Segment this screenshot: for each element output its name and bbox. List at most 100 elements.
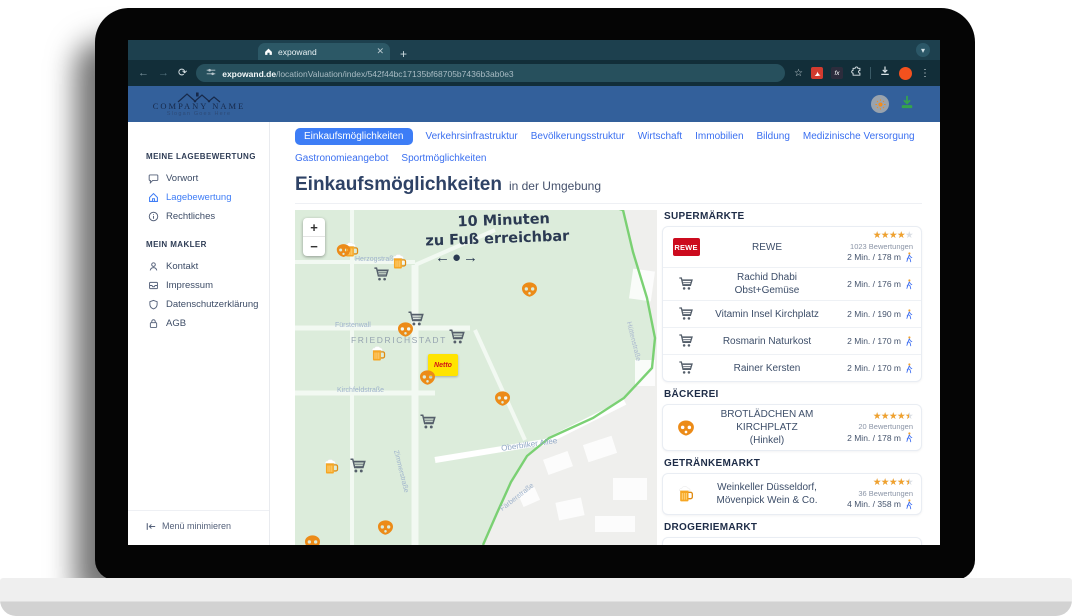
reload-icon[interactable]: ⟳ [178, 68, 187, 79]
beer-mug-icon[interactable] [369, 344, 388, 368]
shopping-cart-icon[interactable] [419, 413, 437, 436]
sidebar: MEINE LAGEBEWERTUNG Vorwort Lagebewertun… [128, 122, 270, 545]
sidebar-item-rechtliches[interactable]: Rechtliches [128, 207, 269, 226]
tab-verkehrsinfrastruktur[interactable]: Verkehrsinfrastruktur [426, 128, 518, 145]
tab-immobilien[interactable]: Immobilien [695, 128, 743, 145]
acrobat-extension-icon[interactable] [811, 67, 823, 79]
bookmark-star-icon[interactable]: ☆ [794, 68, 803, 79]
map[interactable]: + − 10 Minuten zu Fuß erreichbar ←●→ FRI… [295, 210, 657, 545]
url-path: /locationValuation/index/542f44bc17135bf… [276, 69, 514, 79]
tab-close-icon[interactable]: ✕ [376, 47, 384, 56]
pretzel-icon[interactable] [376, 518, 395, 542]
tab-search-chevron-icon[interactable]: ▾ [916, 43, 930, 57]
poi-row[interactable]: Rainer Kersten 2 Min. / 170 m [663, 354, 921, 381]
sidebar-item-impressum[interactable]: Impressum [128, 276, 269, 295]
review-count: 20 Bewertungen [858, 422, 913, 431]
address-bar[interactable]: expowand.de/locationValuation/index/542f… [196, 64, 785, 82]
poi-row[interactable]: Rachid Dhabi Obst+Gemüse 2 Min. / 176 m [663, 267, 921, 300]
page-title: Einkaufsmöglichkeiten [295, 174, 502, 196]
shield-icon [148, 299, 159, 310]
distance-text: 2 Min. / 170 m [847, 363, 901, 373]
street-label: Kirchfeldstraße [337, 387, 384, 394]
rating-stars: ★★★★★★★★★★ [873, 478, 913, 488]
shopping-cart-icon[interactable] [407, 310, 425, 333]
pretzel-icon[interactable] [303, 533, 322, 545]
pretzel-icon[interactable] [418, 368, 437, 392]
kebab-menu-icon[interactable]: ⋮ [920, 68, 930, 79]
poi-name: Weinkeller Düsseldorf,Mövenpick Wein & C… [703, 481, 831, 507]
download-icon[interactable] [879, 64, 891, 82]
sidebar-item-label: Rechtliches [166, 211, 215, 222]
section-header: GETRÄNKEMARKT [664, 458, 922, 469]
distance-text: 2 Min. / 190 m [847, 309, 901, 319]
tab-sportmoeglichkeiten[interactable]: Sportmöglichkeiten [401, 150, 486, 167]
sidebar-item-lagebewertung[interactable]: Lagebewertung [128, 188, 269, 207]
tab-wirtschaft[interactable]: Wirtschaft [638, 128, 682, 145]
inbox-icon [148, 280, 159, 291]
poi-row-drogeriemarkt[interactable]: dm-drogerie markt 5 Min. / 452 m [663, 538, 921, 545]
sidebar-item-kontakt[interactable]: Kontakt [128, 257, 269, 276]
forward-icon[interactable]: → [158, 68, 169, 79]
tab-gastronomieangebot[interactable]: Gastronomieangebot [295, 150, 388, 167]
beer-mug-icon[interactable] [390, 252, 409, 276]
sidebar-item-vorwort[interactable]: Vorwort [128, 169, 269, 188]
sidebar-item-label: Vorwort [166, 173, 198, 184]
lock-icon [148, 318, 159, 329]
download-report-icon[interactable] [900, 95, 914, 114]
laptop-mockup: expowand ✕ + ▾ ← → ⟳ expowand.de/locatio… [0, 0, 1072, 616]
zoom-in-button[interactable]: + [303, 218, 325, 237]
shopping-cart-icon[interactable] [448, 328, 466, 351]
tab-medizinische-versorgung[interactable]: Medizinische Versorgung [803, 128, 915, 145]
browser-window: expowand ✕ + ▾ ← → ⟳ expowand.de/locatio… [128, 40, 940, 545]
poi-row-getraenkemarkt[interactable]: Weinkeller Düsseldorf,Mövenpick Wein & C… [663, 474, 921, 514]
company-logo[interactable]: COMPANY NAME Slogan Goes Here [128, 91, 270, 117]
pretzel-icon[interactable] [335, 242, 352, 264]
category-tabs-row1: Einkaufsmöglichkeiten Verkehrsinfrastruk… [295, 128, 922, 145]
sidebar-section-label: MEIN MAKLER [146, 240, 269, 249]
sidebar-item-label: Lagebewertung [166, 192, 232, 203]
beer-mug-icon [676, 484, 696, 504]
zoom-out-button[interactable]: − [303, 237, 325, 256]
sidebar-item-datenschutz[interactable]: Datenschutzerklärung [128, 295, 269, 314]
browser-tab[interactable]: expowand ✕ [258, 43, 390, 60]
chat-bubble-icon [148, 173, 159, 184]
poi-name: Vitamin Insel Kirchplatz [703, 308, 831, 321]
site-settings-icon[interactable] [206, 64, 216, 82]
user-avatar[interactable] [871, 95, 889, 113]
map-annotation: 10 Minuten zu Fuß erreichbar [412, 210, 581, 251]
back-icon[interactable]: ← [138, 68, 149, 79]
poi-row[interactable]: Vitamin Insel Kirchplatz 2 Min. / 190 m [663, 300, 921, 327]
poi-row[interactable]: Rosmarin Naturkost 2 Min. / 170 m [663, 327, 921, 354]
collapse-menu-button[interactable]: Menü minimieren [128, 510, 269, 545]
poi-name: Rainer Kersten [703, 362, 831, 375]
poi-name: Rachid Dhabi Obst+Gemüse [703, 271, 831, 297]
page-subtitle: in der Umgebung [509, 179, 601, 193]
distance-text: 4 Min. / 358 m [847, 499, 901, 509]
shopping-cart-icon[interactable] [349, 457, 367, 480]
poi-row-rewe[interactable]: REWE REWE ★★★★★★★★★★ 1023 Bewertungen 2 … [663, 227, 921, 267]
extensions-puzzle-icon[interactable] [851, 64, 862, 82]
poi-name: Rosmarin Naturkost [703, 335, 831, 348]
poi-name: BROTLÄDCHEN AM KIRCHPLATZ(Hinkel) [703, 408, 831, 447]
shopping-cart-icon[interactable] [373, 266, 390, 288]
tab-einkaufsmoeglichkeiten[interactable]: Einkaufsmöglichkeiten [295, 128, 413, 145]
sidebar-item-label: Impressum [166, 280, 213, 291]
tab-bildung[interactable]: Bildung [757, 128, 790, 145]
browser-tabstrip: expowand ✕ + ▾ [128, 40, 940, 60]
pretzel-icon[interactable] [520, 280, 539, 304]
new-tab-button[interactable]: + [400, 48, 407, 60]
poi-row-baeckerei[interactable]: BROTLÄDCHEN AM KIRCHPLATZ(Hinkel) ★★★★★★… [663, 405, 921, 450]
profile-avatar[interactable] [899, 67, 912, 80]
browser-toolbar: ← → ⟳ expowand.de/locationValuation/inde… [128, 60, 940, 86]
sidebar-item-label: Datenschutzerklärung [166, 299, 258, 310]
fx-extension-icon[interactable]: fx [831, 67, 843, 79]
company-slogan: Slogan Goes Here [167, 111, 231, 117]
distance-text: 2 Min. / 176 m [847, 279, 901, 289]
pretzel-icon[interactable] [493, 389, 512, 413]
tab-bevoelkerungsstruktur[interactable]: Bevölkerungsstruktur [531, 128, 625, 145]
section-header: SUPERMÄRKTE [664, 211, 922, 222]
laptop-screen-bezel: expowand ✕ + ▾ ← → ⟳ expowand.de/locatio… [95, 8, 975, 580]
sidebar-item-agb[interactable]: AGB [128, 314, 269, 333]
beer-mug-icon[interactable] [322, 457, 341, 481]
shopping-cart-icon [678, 306, 694, 322]
